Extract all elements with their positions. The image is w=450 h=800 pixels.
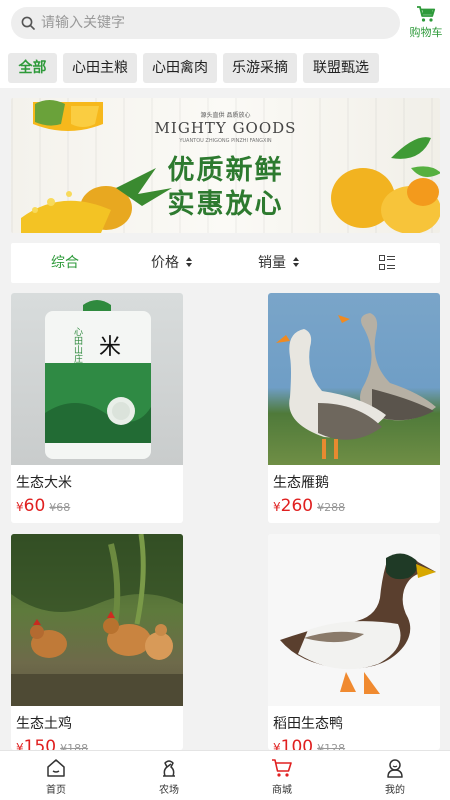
original-price: ¥188 (60, 742, 89, 750)
product-name: 生态土鸡 (16, 716, 72, 732)
duck-image (280, 553, 436, 694)
sort-comprehensive[interactable]: 综合 (51, 243, 79, 283)
chicken-image (11, 534, 183, 706)
rice-bag-character: 米 (99, 335, 122, 360)
product-card[interactable]: 心田山庄 米 生态大米 ¥60 ¥68 (11, 293, 183, 523)
cart-button[interactable]: 购物车 (406, 5, 446, 43)
tab-mine[interactable]: 我的 (355, 751, 435, 800)
banner-subtitle: 源头直供 品质放心 (200, 112, 251, 119)
product-price: ¥100 ¥128 (273, 737, 345, 750)
currency-symbol: ¥ (16, 741, 24, 750)
cart-icon (272, 759, 292, 777)
farm-icon (163, 760, 175, 777)
product-price: ¥60 ¥68 (16, 496, 70, 516)
banner-slogan-line2: 实惠放心 (167, 189, 284, 220)
price-value: 60 (23, 496, 46, 516)
rice-bag-image (45, 300, 151, 459)
category-picking[interactable]: 乐游采摘 (223, 53, 297, 83)
sort-bar: 综合 价格 销量 (11, 243, 440, 283)
price-value: 150 (23, 737, 57, 750)
bottom-tab-bar: 首页 农场 商城 我的 (0, 750, 450, 800)
product-price: ¥260 ¥288 (273, 496, 345, 516)
rice-bag-brand: 心田山庄 (72, 327, 82, 363)
price-value: 260 (280, 496, 314, 516)
sort-sales[interactable]: 销量 (258, 243, 300, 283)
product-card[interactable]: 稻田生态鸭 ¥100 ¥128 (268, 534, 440, 750)
sort-price[interactable]: 价格 (151, 243, 193, 283)
home-icon (47, 759, 65, 777)
currency-symbol: ¥ (16, 500, 24, 514)
original-price: ¥288 (317, 501, 346, 514)
product-name: 生态大米 (16, 475, 72, 491)
banner-brand-sub: YUANTOU ZHIGONG PINZHI FANGXIN (179, 138, 272, 144)
tab-mall[interactable]: 商城 (242, 751, 322, 800)
price-value: 100 (280, 737, 314, 750)
promo-banner[interactable]: 源头直供 品质放心 MIGHTY GOODS YUANTOU ZHIGONG P… (11, 98, 440, 233)
category-alliance[interactable]: 联盟甄选 (303, 53, 379, 83)
tab-mine-label: 我的 (385, 785, 405, 796)
product-image-chicken (11, 534, 183, 706)
product-image-duck (268, 534, 440, 706)
product-price: ¥150 ¥188 (16, 737, 88, 750)
tab-farm-label: 农场 (159, 785, 179, 796)
cart-label: 购物车 (409, 26, 443, 39)
user-icon (387, 759, 403, 778)
search-input[interactable] (41, 7, 381, 39)
product-name: 稻田生态鸭 (273, 716, 343, 732)
currency-symbol: ¥ (273, 500, 281, 514)
product-image-goose (268, 293, 440, 465)
search-box[interactable] (11, 7, 400, 39)
product-name: 生态雁鹅 (273, 475, 329, 491)
tab-mall-label: 商城 (272, 785, 292, 796)
currency-symbol: ¥ (273, 741, 281, 750)
sort-comprehensive-label: 综合 (51, 255, 79, 271)
search-icon (21, 16, 35, 30)
category-bar: 全部 心田主粮 心田禽肉 乐游采摘 联盟甄选 (0, 48, 450, 88)
sort-arrows-icon (186, 257, 193, 267)
category-poultry[interactable]: 心田禽肉 (143, 53, 217, 83)
sort-price-label: 价格 (151, 255, 179, 271)
sort-arrows-icon (293, 257, 300, 267)
sort-sales-label: 销量 (258, 255, 286, 271)
top-bar: 购物车 (0, 0, 450, 48)
tab-home[interactable]: 首页 (16, 751, 96, 800)
tab-home-label: 首页 (46, 785, 66, 796)
product-card[interactable]: 生态雁鹅 ¥260 ¥288 (268, 293, 440, 523)
product-image-rice: 心田山庄 米 (11, 293, 183, 465)
cart-icon (417, 6, 436, 22)
list-view-icon[interactable] (379, 255, 395, 271)
tab-farm[interactable]: 农场 (129, 751, 209, 800)
original-price: ¥128 (317, 742, 346, 750)
category-all[interactable]: 全部 (8, 53, 57, 83)
original-price: ¥68 (49, 501, 71, 514)
banner-brand: MIGHTY GOODS (154, 119, 297, 137)
goose-image (276, 313, 436, 459)
category-staple-grain[interactable]: 心田主粮 (63, 53, 137, 83)
product-card[interactable]: 生态土鸡 ¥150 ¥188 (11, 534, 183, 750)
